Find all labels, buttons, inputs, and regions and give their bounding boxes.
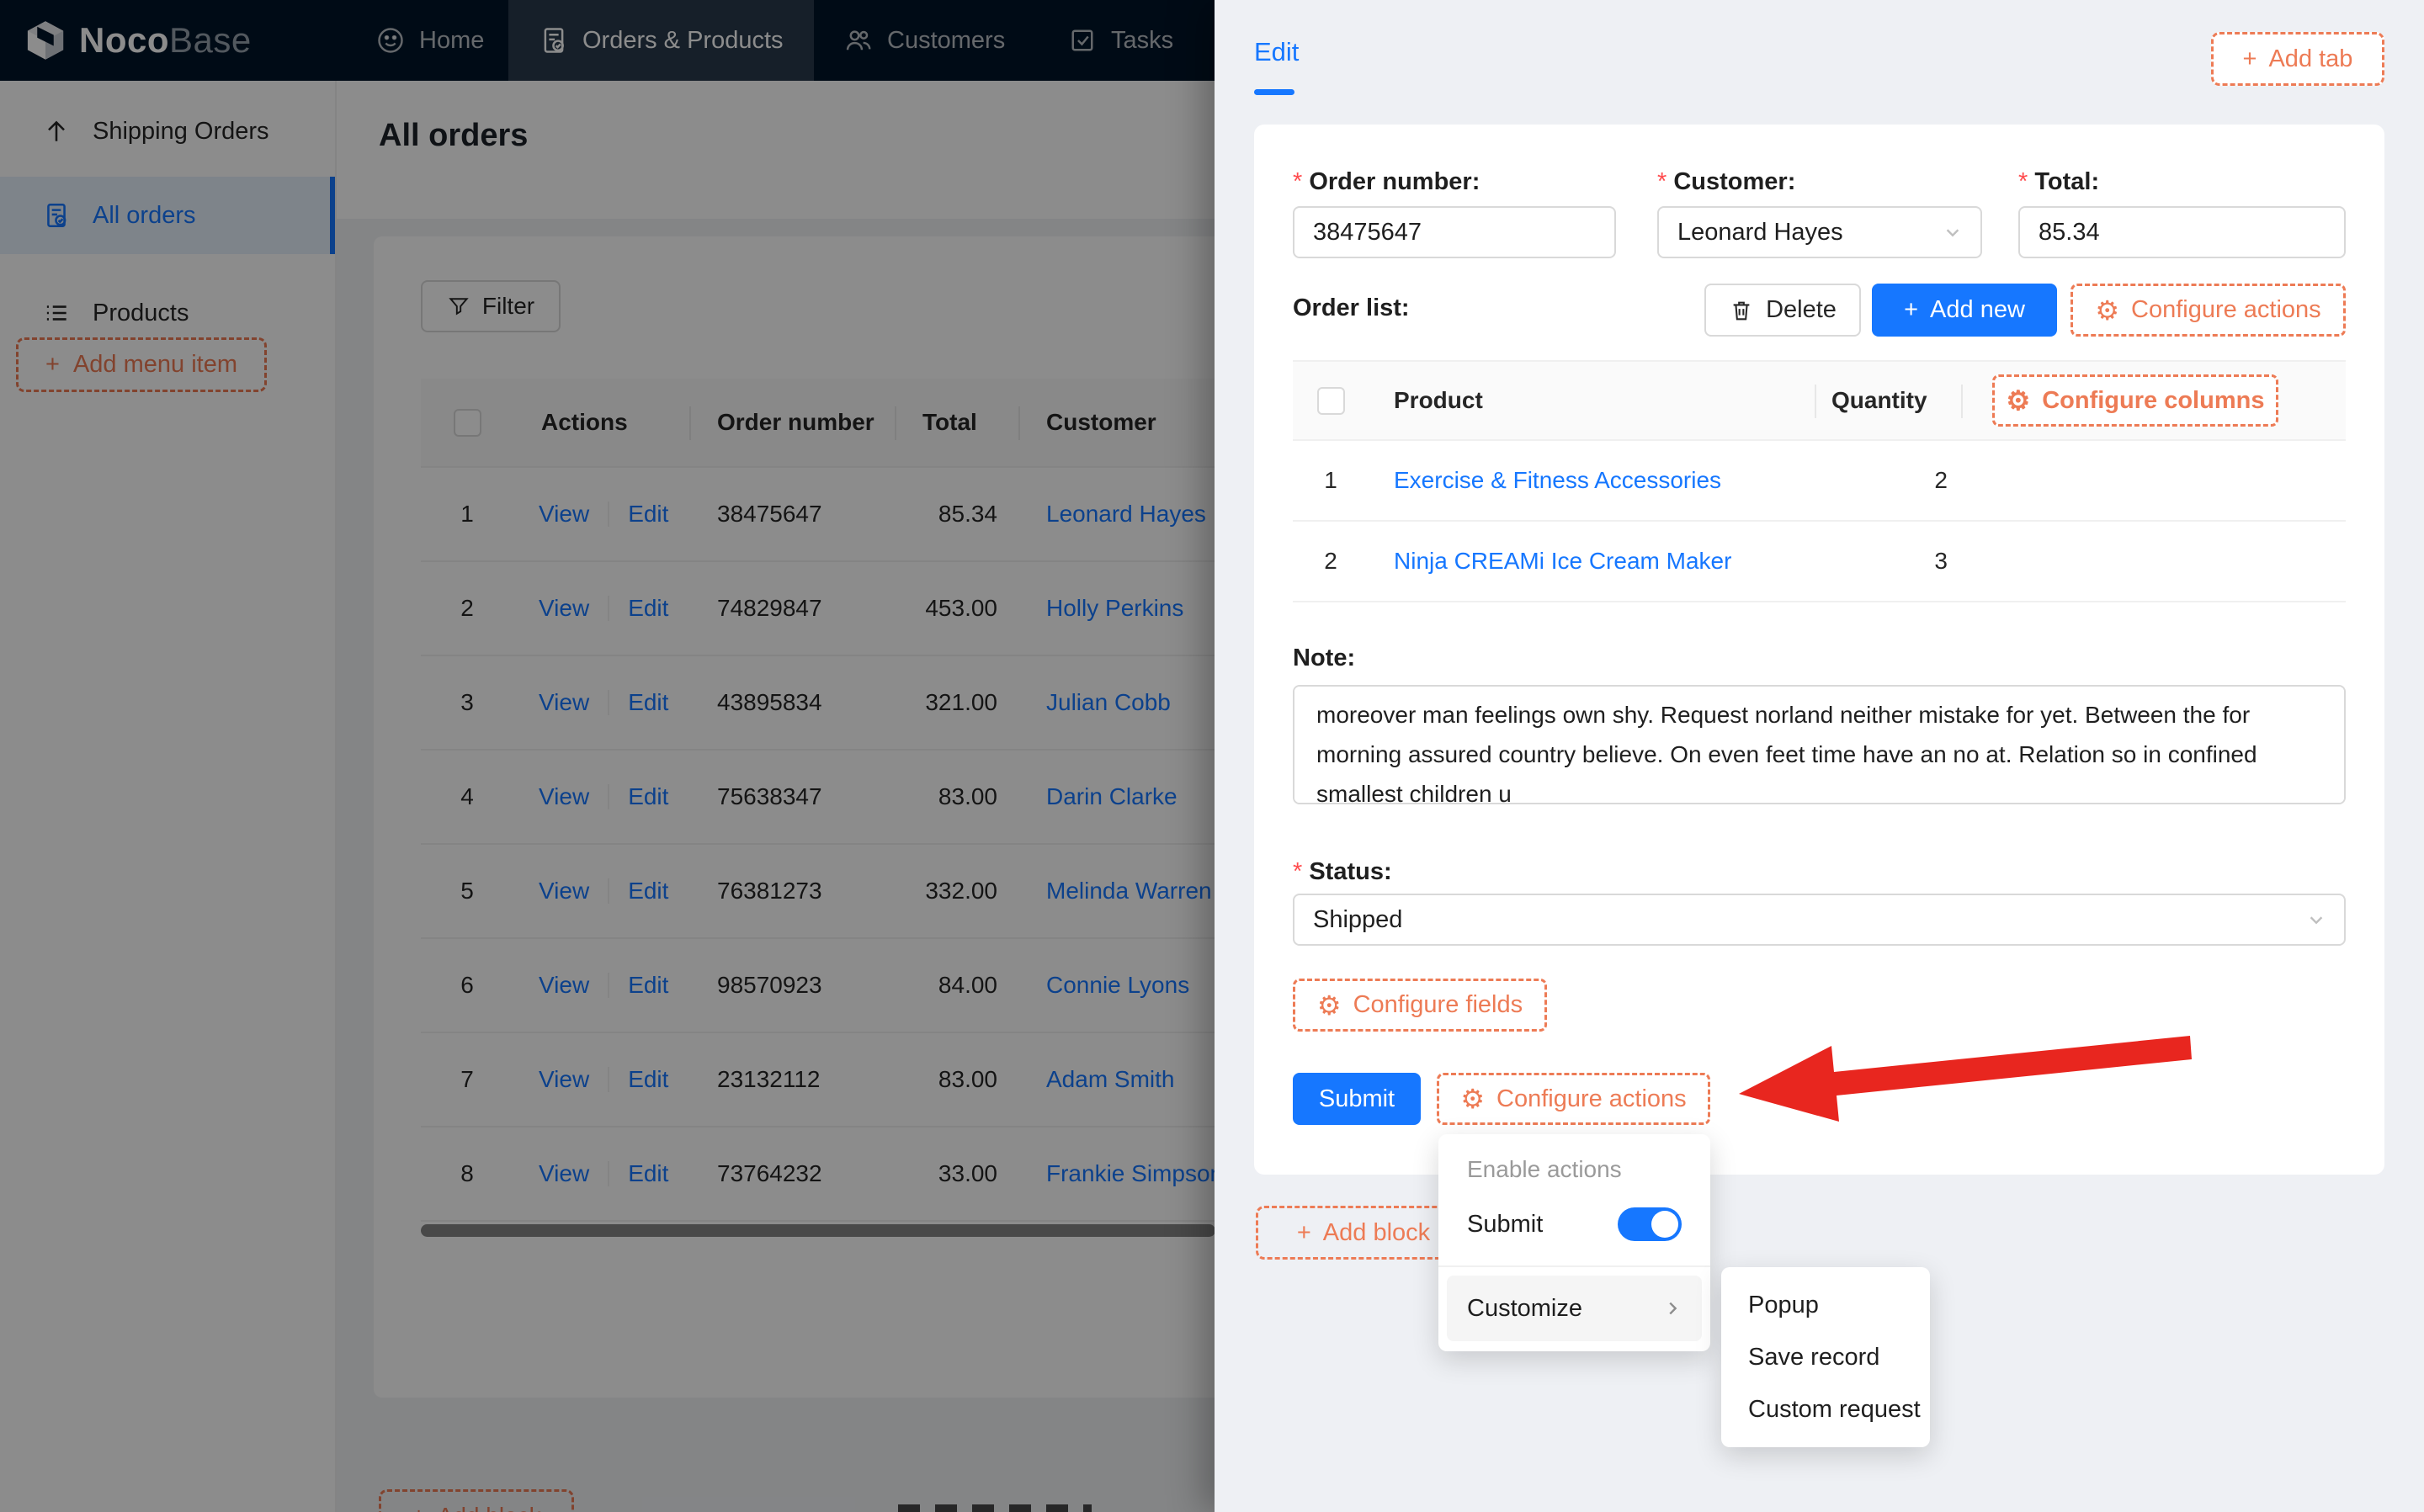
delete-label: Delete <box>1766 296 1837 323</box>
add-block-label: Add block <box>1322 1218 1431 1246</box>
configure-actions-label: Configure actions <box>1496 1085 1687 1112</box>
column-header-configure: ⚙ Configure columns <box>1961 362 2346 439</box>
configure-fields-label: Configure fields <box>1353 991 1523 1018</box>
menu-item-customize[interactable]: Customize <box>1447 1276 1702 1341</box>
submit-label: Submit <box>1318 1085 1395 1112</box>
toggle-knob <box>1651 1211 1678 1238</box>
order-item-row: 2 Ninja CREAMi Ice Cream Maker 3 <box>1293 522 2346 602</box>
configure-columns-label: Configure columns <box>2042 386 2265 414</box>
order-items-header: Product Quantity ⚙ Configure columns <box>1293 362 2346 441</box>
configure-fields-button[interactable]: ⚙ Configure fields <box>1293 979 1547 1032</box>
customer-select[interactable]: Leonard Hayes <box>1657 206 1982 258</box>
column-header-product: Product <box>1394 387 1483 413</box>
note-textarea[interactable]: moreover man feelings own shy. Request n… <box>1293 685 2346 804</box>
menu-group-header: Enable actions <box>1467 1156 1622 1182</box>
add-tab-button[interactable]: + Add tab <box>2211 32 2384 86</box>
add-tab-label: Add tab <box>2268 45 2353 72</box>
gear-icon: ⚙ <box>2095 294 2119 326</box>
select-all-checkbox[interactable] <box>1316 386 1345 415</box>
submit-toggle-on[interactable] <box>1618 1207 1682 1241</box>
trash-icon <box>1733 301 1750 320</box>
add-new-button[interactable]: + Add new <box>1872 284 2057 337</box>
app-screen: NocoBase Home Orders & Products Customer… <box>0 0 2424 1512</box>
submenu-item-custom-request[interactable]: Custom request <box>1721 1383 1930 1435</box>
customer-select-value: Leonard Hayes <box>1677 218 1843 246</box>
tab-edit[interactable]: Edit <box>1254 37 1299 67</box>
product-link[interactable]: Ninja CREAMi Ice Cream Maker <box>1394 548 1731 574</box>
gear-icon: ⚙ <box>1460 1084 1485 1114</box>
configure-actions-menu: Enable actions Submit Customize <box>1438 1134 1710 1351</box>
customize-submenu: Popup Save record Custom request <box>1721 1267 1930 1447</box>
status-label: Status: <box>1293 858 1391 886</box>
total-input[interactable] <box>2018 206 2346 258</box>
chevron-down-icon <box>1946 229 1959 237</box>
status-select[interactable]: Shipped <box>1293 894 2346 946</box>
configure-actions-button-orderlist[interactable]: ⚙ Configure actions <box>2070 284 2346 337</box>
order-list-label: Order list: <box>1293 294 1410 321</box>
status-select-value: Shipped <box>1313 905 1403 933</box>
note-label: Note: <box>1293 645 1356 671</box>
order-items-table: Product Quantity ⚙ Configure columns 1 E… <box>1293 360 2346 602</box>
drawer-overlay-mask[interactable] <box>0 0 1215 1512</box>
configure-actions-button-footer[interactable]: ⚙ Configure actions <box>1437 1073 1710 1125</box>
tab-inkbar <box>1254 89 1294 95</box>
menu-divider <box>1438 1265 1710 1267</box>
edit-drawer: Edit + Add tab Order number: Customer: T… <box>1215 0 2424 1512</box>
order-item-row: 1 Exercise & Fitness Accessories 2 <box>1293 441 2346 522</box>
plus-icon: + <box>1296 1218 1311 1246</box>
delete-button[interactable]: Delete <box>1704 284 1861 337</box>
total-label: Total: <box>2018 168 2099 196</box>
menu-item-label: Submit <box>1467 1210 1544 1238</box>
menu-item-label: Customize <box>1467 1294 1582 1322</box>
customer-label: Customer: <box>1657 168 1795 196</box>
submenu-item-save-record[interactable]: Save record <box>1721 1331 1930 1383</box>
submit-button[interactable]: Submit <box>1293 1073 1421 1125</box>
gear-icon: ⚙ <box>2006 385 2031 416</box>
column-header-quantity: Quantity <box>1815 362 1961 439</box>
quantity-cell: 2 <box>1934 467 1948 493</box>
add-new-label: Add new <box>1930 296 2025 323</box>
gear-icon: ⚙ <box>1316 989 1342 1021</box>
menu-item-submit[interactable]: Submit <box>1447 1191 1702 1257</box>
submenu-item-popup[interactable]: Popup <box>1721 1279 1930 1331</box>
chevron-down-icon <box>2310 916 2323 925</box>
row-index: 1 <box>1324 467 1337 493</box>
configure-columns-button[interactable]: ⚙ Configure columns <box>1992 374 2278 427</box>
order-number-label: Order number: <box>1293 168 1480 196</box>
row-index: 2 <box>1324 548 1337 574</box>
configure-actions-label: Configure actions <box>2131 296 2321 323</box>
product-link[interactable]: Exercise & Fitness Accessories <box>1394 467 1721 493</box>
plus-icon: + <box>2242 45 2257 72</box>
quantity-cell: 3 <box>1934 548 1948 574</box>
annotation-arrow <box>1739 1036 2192 1122</box>
plus-icon: + <box>1904 296 1919 323</box>
chevron-right-icon <box>1669 1302 1677 1315</box>
order-number-input[interactable] <box>1293 206 1616 258</box>
